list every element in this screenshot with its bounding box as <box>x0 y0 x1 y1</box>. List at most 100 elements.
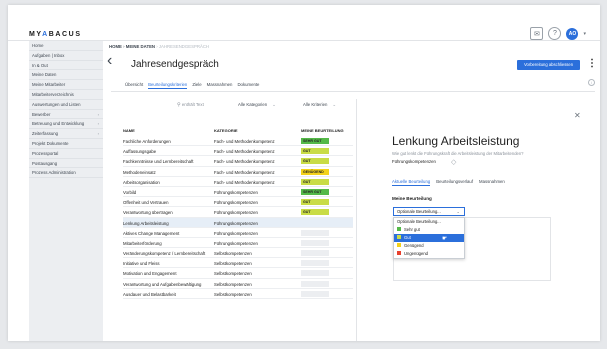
table-row[interactable]: Arbeitsorganisation Fach- und Methodenkom… <box>123 177 353 187</box>
row-category: Fach- und Methodenkompetenz <box>214 169 275 175</box>
sidebar-item-label: Meine Daten <box>32 72 57 78</box>
color-swatch <box>397 251 401 256</box>
criteria-filter-dropdown[interactable]: Alle Kriterien ⌄ <box>303 102 336 108</box>
detail-tab-bar: Aktuelle Beurteilung Beurteilungsverlauf M… <box>392 179 505 186</box>
breadcrumb-meine-daten[interactable]: MEINE DATEN <box>126 44 155 49</box>
sidebar-item-meine-daten[interactable]: Meine Daten <box>29 70 103 81</box>
breadcrumb-separator: › <box>123 44 125 49</box>
sidebar-item-auswertungen-und-listen[interactable]: Auswertungen und Listen <box>29 100 103 110</box>
sidebar-item-prozess-administration[interactable]: Prozess Administration <box>29 168 103 179</box>
search-input[interactable]: ⚲ enthält Text <box>177 102 204 108</box>
sidebar-item-meine-mitarbeiter[interactable]: Meine Mitarbeiter <box>29 80 103 90</box>
column-header-name[interactable]: NAME <box>123 128 135 133</box>
close-icon[interactable]: ✕ <box>574 111 581 120</box>
table-row[interactable]: Verantwortung und Aufgabenbewältigung Sel… <box>123 279 353 289</box>
sidebar-item-label: Meine Mitarbeiter <box>32 82 66 88</box>
table-body: Fachliche Anforderungen Fach- und Methode… <box>123 136 353 299</box>
rating-dropdown-menu: Optionale Beurteilung... Sehr gut Gut ☛ Genü… <box>393 217 465 259</box>
option-label: Genügend <box>404 243 424 248</box>
option-label: Sehr gut <box>404 227 420 232</box>
detail-tab-aktuelle-beurteilung[interactable]: Aktuelle Beurteilung <box>392 179 431 186</box>
info-icon[interactable]: i <box>588 79 595 86</box>
sidebar-item-label: Home <box>32 43 44 48</box>
row-name: Aktives Change Management <box>123 230 180 236</box>
row-name: Verantwortung und Aufgabenbewältigung <box>123 281 202 287</box>
sidebar-item-zeiterfassung[interactable]: Zeiterfassung › <box>29 129 103 139</box>
table-row[interactable]: Verantwortung übertragen Führungskompeten… <box>123 207 353 218</box>
table-row[interactable]: Ausdauer und Belastbarkeit Selbstkompeten… <box>123 289 353 299</box>
sidebar-item-bewerber[interactable]: Bewerber › <box>29 110 103 120</box>
rating-option-ungenugend[interactable]: Ungenügend <box>394 250 464 258</box>
rating-option-optionale-beurteilung[interactable]: Optionale Beurteilung... <box>394 218 464 226</box>
detail-tab-beurteilungsverlauf[interactable]: Beurteilungsverlauf <box>436 179 473 186</box>
finish-preparation-button[interactable]: Vorbereitung abschliessen <box>517 60 580 70</box>
logo[interactable]: MYABACUS <box>29 31 82 38</box>
mail-icon[interactable]: ✉ <box>530 27 544 40</box>
rating-option-gut[interactable]: Gut ☛ <box>394 234 464 242</box>
tab-dokumente[interactable]: Dokumente <box>237 82 259 89</box>
sidebar-item-aufgaben-inbox[interactable]: Aufgaben | Inbox <box>29 51 103 61</box>
tab-beurteilungskriterien[interactable]: Beurteilungskriterien <box>148 82 188 89</box>
table-row[interactable]: Mitarbeiterförderung Führungskompetenzen <box>123 238 353 249</box>
table-row[interactable]: Lenkung Arbeitsleistung Führungskompetenz… <box>123 217 353 228</box>
detail-title: Lenkung Arbeitsleistung <box>392 134 520 148</box>
breadcrumb: HOME › MEINE DATEN › JAHRESENDGESPRÄCH <box>109 44 209 49</box>
breadcrumb-home[interactable]: HOME <box>109 44 122 49</box>
row-name: Fachkenntnisse und Lernbereitschaft <box>123 159 194 165</box>
table-row[interactable]: Initiative und Fleiss Selbstkompetenzen <box>123 258 353 269</box>
table-row[interactable]: Offenheit und Vertrauen Führungskompetenz… <box>123 197 353 208</box>
row-name: Veränderungskompetenz / Lernbereitschaft <box>123 251 206 257</box>
option-label: Optionale Beurteilung... <box>397 219 441 224</box>
sidebar-item-label: Prozessportal <box>32 150 59 156</box>
table-row[interactable]: Aktives Change Management Führungskompete… <box>123 228 353 238</box>
column-header-category[interactable]: KATEGORIE <box>214 128 237 133</box>
tab-massnahmen[interactable]: Massnahmen <box>207 82 233 89</box>
rating-badge: GUT <box>301 178 329 185</box>
sidebar-item-label: Aufgaben | Inbox <box>32 52 65 58</box>
detail-tab-massnahmen[interactable]: Massnahmen <box>479 179 505 186</box>
table-row[interactable]: Fachliche Anforderungen Fach- und Methode… <box>123 136 353 147</box>
rating-badge: GUT <box>301 158 329 165</box>
app-window: MYABACUS ✉ ? AO ▾ Home Aufgaben | Inbox In… <box>8 5 600 341</box>
column-header-rating[interactable]: MEINE BEURTEILUNG <box>301 128 344 133</box>
table-row[interactable]: Fachkenntnisse und Lernbereitschaft Fach-… <box>123 156 353 167</box>
more-options-icon[interactable]: ⋮ <box>587 58 597 69</box>
sidebar-item-prozessportal[interactable]: Prozessportal <box>29 149 103 159</box>
sidebar-item-home[interactable]: Home <box>29 41 103 51</box>
sidebar-item-postausgang[interactable]: Postausgang <box>29 159 103 169</box>
rating-option-sehr-gut[interactable]: Sehr gut <box>394 226 464 234</box>
rating-badge: GUT <box>301 209 329 216</box>
help-icon[interactable]: ? <box>548 27 562 40</box>
chevron-right-icon: › <box>97 111 99 117</box>
option-label: Gut <box>404 235 411 240</box>
table-row[interactable]: Motivation und Engagement Selbstkompetenz… <box>123 268 353 279</box>
avatar[interactable]: AO <box>566 27 579 40</box>
sidebar-item-mitarbeiterverzeichnis[interactable]: Mitarbeiterverzeichnis <box>29 90 103 100</box>
table-header: NAME KATEGORIE MEINE BEURTEILUNG <box>123 125 353 135</box>
sidebar-item-label: Auswertungen und Listen <box>32 101 81 107</box>
table-row[interactable]: Methodeneinsatz Fach- und Methodenkompete… <box>123 167 353 177</box>
detail-panel: ✕ Lenkung Arbeitsleistung Wie gut lenkt … <box>356 99 596 341</box>
sidebar-item-in-out[interactable]: In & Out <box>29 61 103 71</box>
back-chevron-icon[interactable]: ‹ <box>107 53 112 69</box>
rating-select[interactable]: Optionale Beurteilung... ⌄ <box>393 207 465 216</box>
filter-bar: ⚲ enthält Text Alle Kategorien ⌄ Alle Kri… <box>123 99 353 111</box>
row-category: Selbstkompetenzen <box>214 251 252 257</box>
rating-badge <box>301 290 329 297</box>
table-row[interactable]: Auffassungsgabe Fach- und Methodenkompete… <box>123 146 353 157</box>
tab-ziele[interactable]: Ziele <box>192 82 201 89</box>
rating-option-genugend[interactable]: Genügend <box>394 242 464 250</box>
category-filter-dropdown[interactable]: Alle Kategorien ⌄ <box>238 102 276 108</box>
sidebar-item-label: Zeiterfassung <box>32 131 59 137</box>
row-category: Fach- und Methodenkompetenz <box>214 149 275 155</box>
sidebar-item-betreuung-und-entwicklung[interactable]: Betreuung und Entwicklung › <box>29 119 103 130</box>
page-title: Jahresendgespräch <box>131 59 219 70</box>
tab-ubersicht[interactable]: Übersicht <box>125 82 143 89</box>
table-row[interactable]: Veränderungskompetenz / Lernbereitschaft… <box>123 248 353 259</box>
sidebar-item-projekt-dokumente[interactable]: Projekt Dokumente <box>29 139 103 149</box>
chevron-down-icon: ⌄ <box>456 209 460 214</box>
row-name: Offenheit und Vertrauen <box>123 200 169 206</box>
chevron-down-icon[interactable]: ▾ <box>583 31 586 37</box>
chevron-right-icon: › <box>97 131 99 137</box>
table-row[interactable]: Vorbild Führungskompetenzen SEHR GUT <box>123 187 353 198</box>
